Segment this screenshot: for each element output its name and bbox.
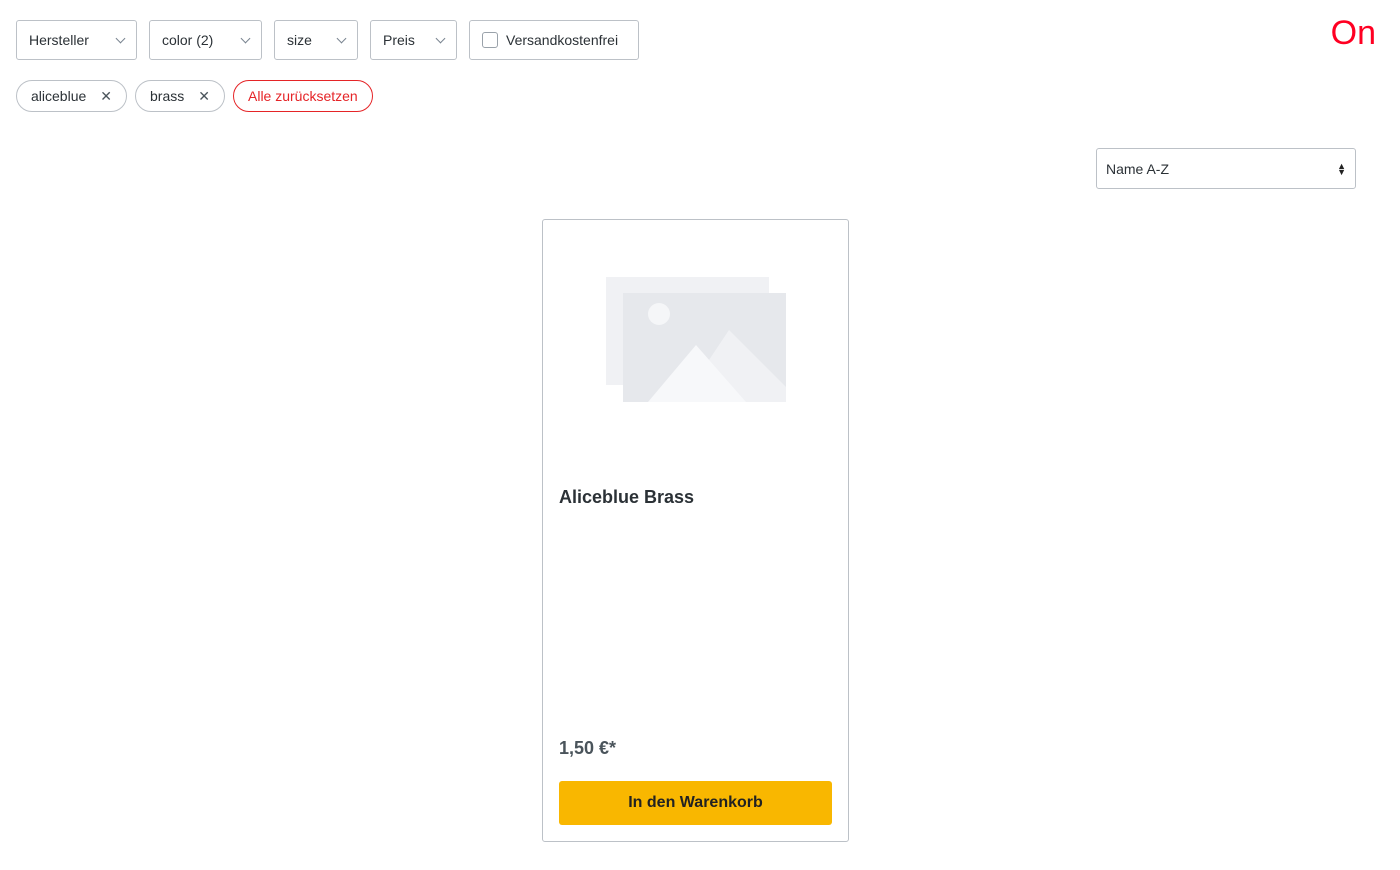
filter-color[interactable]: color (2) — [149, 20, 262, 60]
filter-label: color (2) — [162, 32, 214, 48]
filter-label: Versandkostenfrei — [506, 32, 619, 48]
filter-label: Preis — [383, 32, 415, 48]
close-icon[interactable]: ✕ — [100, 88, 112, 105]
filter-label: size — [287, 32, 312, 48]
checkbox[interactable] — [482, 32, 498, 48]
filter-label: Hersteller — [29, 32, 89, 48]
corner-text: On — [1330, 14, 1376, 52]
product-price: 1,50 €* — [559, 738, 617, 758]
sort-select[interactable]: Name A-Z ▲ ▼ — [1096, 148, 1356, 189]
close-icon[interactable]: ✕ — [198, 88, 210, 105]
filter-size[interactable]: size — [274, 20, 358, 60]
product-name[interactable]: Aliceblue Brass — [559, 487, 694, 508]
chevron-down-icon — [336, 33, 347, 43]
add-to-cart-button[interactable]: In den Warenkorb — [559, 781, 832, 825]
chip-label: brass — [150, 88, 185, 104]
filter-hersteller[interactable]: Hersteller — [16, 20, 137, 60]
image-placeholder-icon — [606, 277, 786, 402]
reset-all-button[interactable]: Alle zurücksetzen — [233, 80, 373, 112]
product-card: Aliceblue Brass 1,50 €* In den Warenkorb — [542, 219, 849, 842]
chevron-down-icon — [435, 33, 446, 43]
sort-value: Name A-Z — [1106, 160, 1170, 177]
chevron-down-icon — [115, 33, 126, 43]
chip-label: aliceblue — [31, 88, 87, 104]
active-filter-chip[interactable]: brass ✕ — [135, 80, 225, 112]
filter-preis[interactable]: Preis — [370, 20, 457, 60]
filter-versandkostenfrei[interactable]: Versandkostenfrei — [469, 20, 639, 60]
select-arrows-icon: ▲ ▼ — [1337, 160, 1346, 177]
chevron-down-icon — [240, 33, 251, 43]
active-filter-chip[interactable]: aliceblue ✕ — [16, 80, 127, 112]
